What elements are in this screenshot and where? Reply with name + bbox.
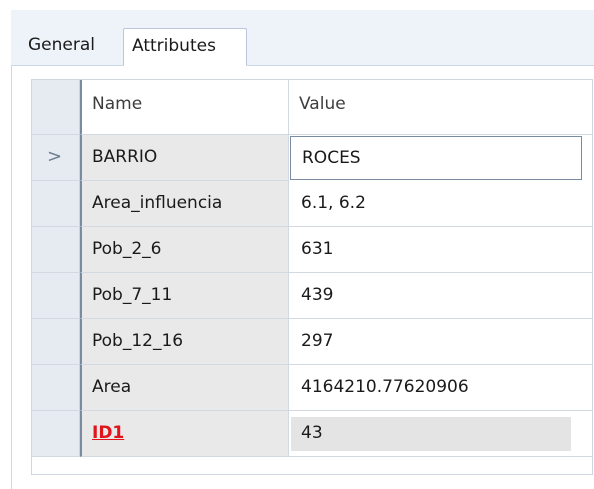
attribute-value-editor[interactable]: ROCES (290, 136, 582, 180)
tab-strip: General Attributes (11, 10, 594, 66)
attribute-name-cell: Area (80, 365, 289, 411)
current-row-icon: > (47, 146, 63, 167)
row-selector[interactable] (32, 411, 80, 457)
row-selector[interactable] (32, 319, 80, 365)
grid-corner-header (32, 80, 80, 135)
row-selector[interactable] (32, 181, 80, 227)
tab-attributes[interactable]: Attributes (123, 28, 247, 66)
attribute-window: General Attributes Name Value > BARRIO R… (0, 0, 594, 489)
column-header-name[interactable]: Name (80, 80, 289, 135)
attribute-value: 297 (301, 331, 334, 351)
row-selector[interactable] (32, 365, 80, 411)
column-header-value[interactable]: Value (289, 80, 592, 135)
table-row[interactable]: Pob_2_6 631 (32, 227, 592, 273)
row-selector[interactable] (32, 227, 80, 273)
attribute-name-cell: Area_influencia (80, 181, 289, 227)
table-row[interactable]: > BARRIO ROCES (32, 135, 592, 181)
attribute-value-cell-readonly: 43 (289, 411, 592, 457)
attribute-value: 6.1, 6.2 (301, 193, 366, 213)
attribute-name-cell: Pob_12_16 (80, 319, 289, 365)
attribute-name-cell: Pob_7_11 (80, 273, 289, 319)
row-selector[interactable]: > (32, 135, 80, 181)
attribute-name: Area (92, 377, 132, 397)
table-row[interactable]: Pob_12_16 297 (32, 319, 592, 365)
attribute-name-cell: Pob_2_6 (80, 227, 289, 273)
attribute-value-cell[interactable]: 631 (289, 227, 592, 273)
attribute-name: Pob_12_16 (92, 331, 184, 351)
attribute-name-cell: ID1 (80, 411, 289, 457)
attribute-value: 4164210.77620906 (301, 377, 469, 397)
attribute-name-cell: BARRIO (80, 135, 289, 181)
attributes-grid: Name Value > BARRIO ROCES Area_influenci… (31, 79, 593, 475)
table-row[interactable]: Pob_7_11 439 (32, 273, 592, 319)
attribute-name: BARRIO (92, 147, 158, 167)
required-attribute-name: ID1 (92, 423, 125, 443)
tab-general[interactable]: General (20, 28, 120, 66)
attribute-value: 631 (301, 239, 334, 259)
readonly-value-background (291, 417, 571, 451)
attribute-value-cell[interactable]: 297 (289, 319, 592, 365)
table-row[interactable]: ID1 43 (32, 411, 592, 457)
attribute-value-cell[interactable]: 4164210.77620906 (289, 365, 592, 411)
attribute-name: Area_influencia (92, 193, 223, 213)
attribute-value: 439 (301, 285, 334, 305)
attribute-name: Pob_2_6 (92, 239, 162, 259)
attribute-value: ROCES (302, 148, 361, 168)
attribute-value: 43 (301, 423, 323, 443)
column-header-name-label: Name (92, 94, 143, 114)
attribute-name: Pob_7_11 (92, 285, 173, 305)
row-selector[interactable] (32, 273, 80, 319)
column-header-value-label: Value (299, 94, 346, 114)
attribute-value-cell[interactable]: 6.1, 6.2 (289, 181, 592, 227)
table-row[interactable]: Area_influencia 6.1, 6.2 (32, 181, 592, 227)
table-row[interactable]: Area 4164210.77620906 (32, 365, 592, 411)
attribute-value-cell[interactable]: 439 (289, 273, 592, 319)
